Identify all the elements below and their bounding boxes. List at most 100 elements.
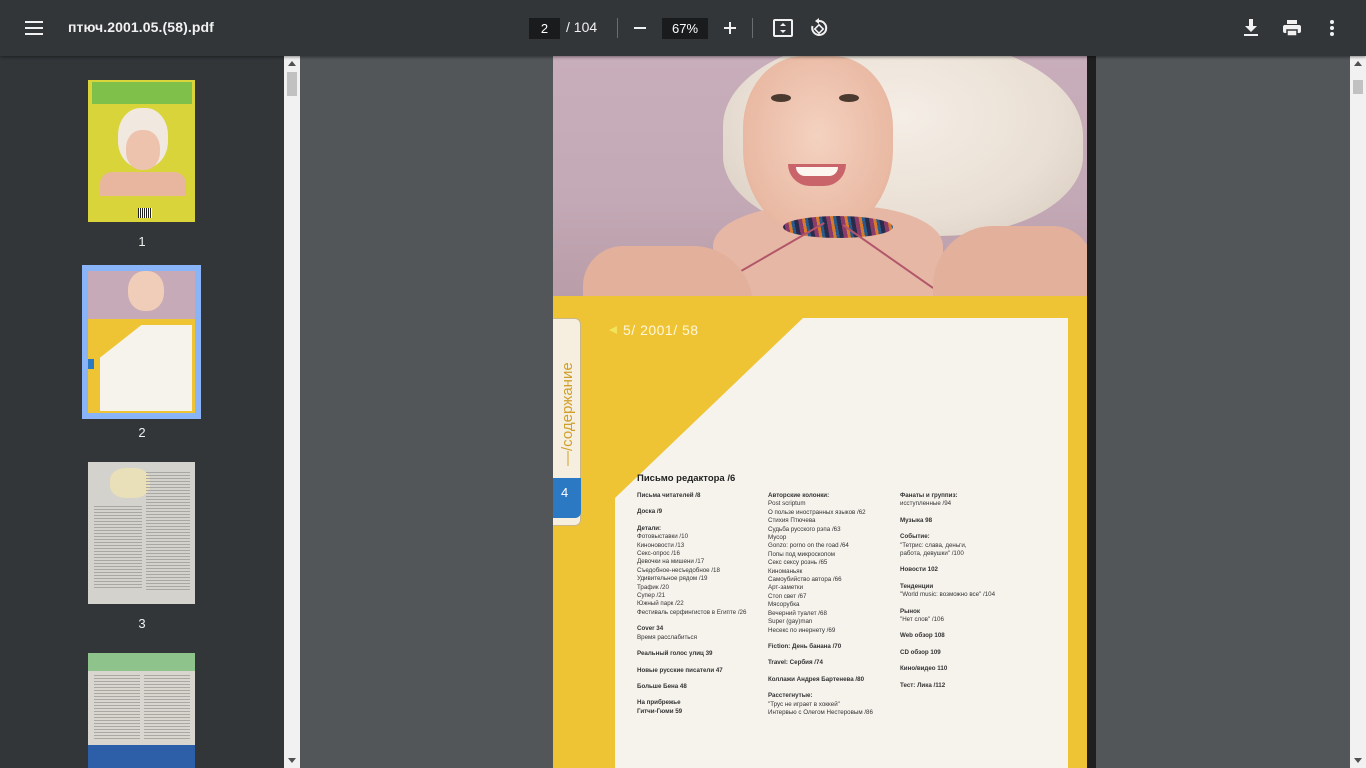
- page-number: 4: [561, 485, 569, 500]
- toc-entry: О пользе иностранных языков /62: [768, 508, 866, 516]
- toc-entry: Съедобное-несъедобное /18: [637, 566, 720, 574]
- toc-entry: Fiction: День банана /70: [768, 642, 842, 650]
- toc-entry: Девочки на мишени /17: [637, 558, 705, 566]
- more-options-button[interactable]: [1316, 12, 1348, 44]
- zoom-input[interactable]: 67%: [662, 18, 708, 39]
- issue-label: 5/ 2001/ 58: [623, 322, 699, 338]
- page-total: / 104: [566, 19, 598, 35]
- page-thumbnail-3[interactable]: [88, 462, 195, 604]
- thumb-tab: [88, 359, 94, 369]
- toc-entry: Детали:: [637, 524, 662, 532]
- photo-mouth: [788, 164, 846, 186]
- page-thumbnail-2[interactable]: [82, 265, 201, 419]
- photo-eye: [839, 94, 859, 102]
- toc-entry: "Нет слов" /106: [900, 616, 944, 624]
- page-thumbnail-4[interactable]: [88, 653, 195, 768]
- toc-entry: Рынок: [900, 607, 921, 615]
- pdf-page: —/содержание 4 5/ 2001/ 58 Письмо редакт…: [553, 56, 1090, 768]
- toc-entry: Больше Бена 48: [637, 682, 687, 690]
- toc-entry: Несекс по инернету /69: [768, 626, 836, 634]
- download-icon: [1244, 19, 1258, 36]
- toc-entry: Кино/видео 110: [900, 665, 948, 673]
- toc-entry: Фестиваль серфингистов в Египте /26: [637, 608, 747, 616]
- toc-entry: Web обзор 108: [900, 632, 945, 640]
- photo-face: [743, 56, 893, 236]
- plus-icon: [724, 22, 736, 34]
- toc-entry: [768, 651, 896, 659]
- photo-hand: [933, 226, 1090, 296]
- toc-entry: Супер /21: [637, 592, 666, 600]
- toc-entry: Попы под микроскопом: [768, 550, 836, 558]
- thumb-image: [110, 468, 150, 498]
- toc-entry: Post scriptum: [768, 500, 806, 508]
- sidebar-scroll-thumb[interactable]: [287, 72, 297, 96]
- toc-entry: Событие:: [900, 533, 930, 541]
- toc-entry: Секс-опрос /16: [637, 550, 680, 558]
- toc-entry: [900, 558, 1028, 566]
- toc-entry: Стихия Птючева: [768, 517, 816, 525]
- print-icon: [1283, 20, 1301, 37]
- page-thumbnail-1[interactable]: [88, 80, 195, 222]
- main-scrollbar[interactable]: [1350, 56, 1366, 768]
- toc-entry: Южный парк /22: [637, 600, 684, 608]
- toc-entry: "Тетрис: слава, деньги,: [900, 541, 967, 549]
- page-number-input[interactable]: 2: [529, 18, 560, 39]
- toc-entry: Cover 34: [637, 625, 664, 633]
- toc-entry: Реальный голос улиц 39: [637, 650, 713, 658]
- toc-entry: [900, 657, 1028, 665]
- scroll-up-icon[interactable]: [1354, 61, 1362, 66]
- menu-icon: [25, 21, 43, 35]
- sidebar-scrollbar[interactable]: [284, 56, 300, 768]
- toolbar: птюч.2001.05.(58).pdf 2 / 104 67%: [0, 0, 1366, 56]
- cover-photo: [553, 56, 1090, 296]
- thumb-image: [128, 271, 164, 311]
- minus-icon: [634, 27, 646, 29]
- arrow-left-icon: [609, 326, 617, 334]
- toc-entry: [900, 624, 1028, 632]
- toc-entry: исступленные /94: [900, 500, 952, 508]
- toc-entry: Киноновости /13: [637, 541, 685, 549]
- menu-button[interactable]: [18, 12, 50, 44]
- toc-entry: Арт-заметки: [768, 584, 804, 592]
- toc-entry: Super (gay)man: [768, 618, 813, 626]
- thumb-text: [144, 675, 190, 739]
- toc-entry: Коллажи Андрея Бартенева /80: [768, 675, 865, 683]
- zoom-out-button[interactable]: [624, 12, 656, 44]
- toc-entry: Travel: Сербия /74: [768, 659, 823, 667]
- thumbnail-label: 1: [138, 234, 146, 249]
- main-scroll-thumb[interactable]: [1353, 80, 1363, 94]
- toc-entry: Судьба русского рэпа /63: [768, 525, 841, 533]
- toc-entry: Стоп свет /67: [768, 592, 807, 600]
- thumb-page-panel: [100, 325, 192, 411]
- download-button[interactable]: [1235, 12, 1267, 44]
- toc-entry: Удивительное рядом /19: [637, 575, 708, 583]
- toc-entry: Gonzo: porno on the road /64: [768, 542, 849, 550]
- scroll-down-icon[interactable]: [288, 758, 296, 763]
- toc-entry: [900, 641, 1028, 649]
- toc-entry: Фанаты и группиз:: [900, 492, 958, 499]
- thumbnail-label: 2: [138, 425, 146, 440]
- toc-entry: Новости 102: [900, 566, 938, 574]
- thumbnail-sidebar: 1 2 3: [0, 56, 284, 768]
- toc-entry: Время расслабиться: [637, 633, 697, 641]
- toc-entry: Интервью с Олегом Нестеровым /86: [768, 708, 873, 716]
- scroll-down-icon[interactable]: [1354, 758, 1362, 763]
- toc-entry: Мусор: [768, 534, 787, 542]
- toc-entry: Гитчи-Гюми 59: [637, 707, 683, 715]
- toc-entry: [768, 684, 896, 692]
- toc-entry: "Трус не играет в хоккей": [768, 700, 840, 708]
- scroll-up-icon[interactable]: [288, 61, 296, 66]
- zoom-in-button[interactable]: [714, 12, 746, 44]
- toolbar-divider: [752, 18, 753, 38]
- fit-to-page-button[interactable]: [767, 12, 799, 44]
- toc-entry: [637, 617, 765, 625]
- toc-entry: [768, 668, 896, 676]
- rotate-icon: [811, 18, 828, 36]
- toc-column-2: Авторские колонки: Post scriptum О пользе …: [768, 492, 896, 717]
- toc-entry: Расстегнутые:: [768, 692, 813, 700]
- toc-entry: [900, 525, 1028, 533]
- fit-page-icon: [773, 19, 793, 37]
- thumbnail-label: 3: [138, 616, 146, 631]
- rotate-button[interactable]: [803, 12, 835, 44]
- print-button[interactable]: [1276, 12, 1308, 44]
